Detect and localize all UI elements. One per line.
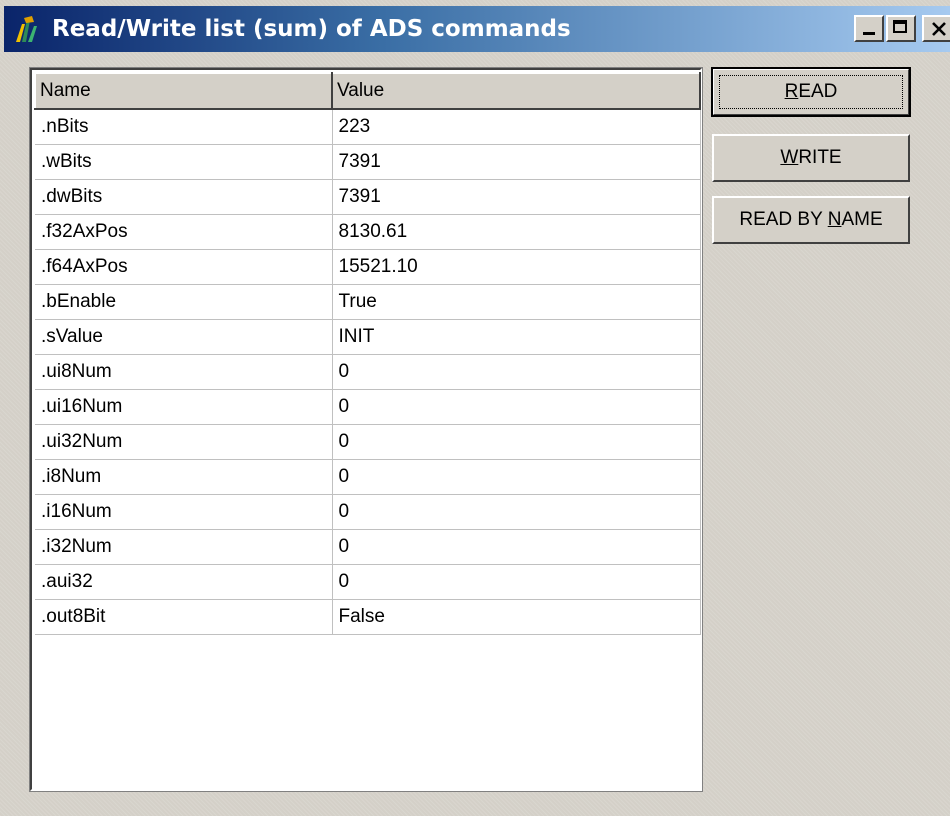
- variable-value-cell: 15521.10: [332, 249, 701, 285]
- column-header-value[interactable]: Value: [331, 72, 701, 110]
- list-row[interactable]: .i32Num 0: [35, 529, 701, 565]
- variable-name-cell: .out8Bit: [35, 599, 333, 635]
- list-row[interactable]: .sValue INIT: [35, 319, 701, 355]
- variable-name-cell: .ui16Num: [35, 389, 333, 425]
- read-by-name-button-label: READ BY NAME: [739, 209, 883, 230]
- variable-value-cell: True: [332, 284, 701, 320]
- list-row[interactable]: .f64AxPos 15521.10: [35, 249, 701, 285]
- variable-value-cell: 0: [332, 354, 701, 390]
- variable-value-cell: 223: [332, 109, 701, 145]
- variable-value-cell: 0: [332, 529, 701, 565]
- variable-value-cell: 7391: [332, 144, 701, 180]
- list-row[interactable]: .wBits 7391: [35, 144, 701, 180]
- read-by-name-button[interactable]: READ BY NAME: [712, 196, 910, 244]
- variable-name-cell: .nBits: [35, 109, 333, 145]
- variable-value-cell: 0: [332, 494, 701, 530]
- variable-name-cell: .f32AxPos: [35, 214, 333, 250]
- twincat-ads-icon: [16, 16, 37, 42]
- variable-value-cell: INIT: [332, 319, 701, 355]
- write-button[interactable]: WRITE: [712, 134, 910, 182]
- focus-rectangle: [719, 75, 903, 109]
- list-row[interactable]: .nBits 223: [35, 109, 701, 145]
- list-row[interactable]: .dwBits 7391: [35, 179, 701, 215]
- title-bar[interactable]: Read/Write list (sum) of ADS commands: [4, 6, 950, 52]
- list-row[interactable]: .bEnable True: [35, 284, 701, 320]
- write-button-label: WRITE: [780, 147, 842, 168]
- close-button[interactable]: [922, 15, 950, 42]
- list-row[interactable]: .i8Num 0: [35, 459, 701, 495]
- variable-name-cell: .f64AxPos: [35, 249, 333, 285]
- window-title: Read/Write list (sum) of ADS commands: [52, 16, 571, 42]
- list-row[interactable]: .ui32Num 0: [35, 424, 701, 460]
- variable-name-cell: .i16Num: [35, 494, 333, 530]
- read-button[interactable]: READ: [711, 67, 911, 117]
- variable-value-cell: 0: [332, 564, 701, 600]
- variable-name-cell: .sValue: [35, 319, 333, 355]
- list-row[interactable]: .ui16Num 0: [35, 389, 701, 425]
- variable-name-cell: .wBits: [35, 144, 333, 180]
- variable-name-cell: .i32Num: [35, 529, 333, 565]
- variables-list-view[interactable]: Name Value .nBits 223 .wBits 7391 .dwBits 739…: [29, 67, 703, 792]
- variable-value-cell: 0: [332, 424, 701, 460]
- list-row[interactable]: .i16Num 0: [35, 494, 701, 530]
- variable-name-cell: .aui32: [35, 564, 333, 600]
- variable-name-cell: .i8Num: [35, 459, 333, 495]
- close-icon: [932, 22, 946, 36]
- list-row[interactable]: .aui32 0: [35, 564, 701, 600]
- column-header-name[interactable]: Name: [34, 72, 333, 110]
- maximize-button[interactable]: [886, 15, 916, 42]
- minimize-button[interactable]: [854, 15, 884, 42]
- variable-name-cell: .ui8Num: [35, 354, 333, 390]
- list-row[interactable]: .out8Bit False: [35, 599, 701, 635]
- variable-name-cell: .ui32Num: [35, 424, 333, 460]
- variable-value-cell: 0: [332, 389, 701, 425]
- list-header-row: Name Value: [34, 72, 701, 110]
- variable-value-cell: 7391: [332, 179, 701, 215]
- variable-value-cell: 0: [332, 459, 701, 495]
- variable-name-cell: .bEnable: [35, 284, 333, 320]
- list-row[interactable]: .ui8Num 0: [35, 354, 701, 390]
- list-row[interactable]: .f32AxPos 8130.61: [35, 214, 701, 250]
- variable-value-cell: 8130.61: [332, 214, 701, 250]
- variable-name-cell: .dwBits: [35, 179, 333, 215]
- variable-value-cell: False: [332, 599, 701, 635]
- ads-window: Read/Write list (sum) of ADS commands Na…: [0, 0, 950, 816]
- variables-table: Name Value .nBits 223 .wBits 7391 .dwBits 739…: [34, 72, 701, 635]
